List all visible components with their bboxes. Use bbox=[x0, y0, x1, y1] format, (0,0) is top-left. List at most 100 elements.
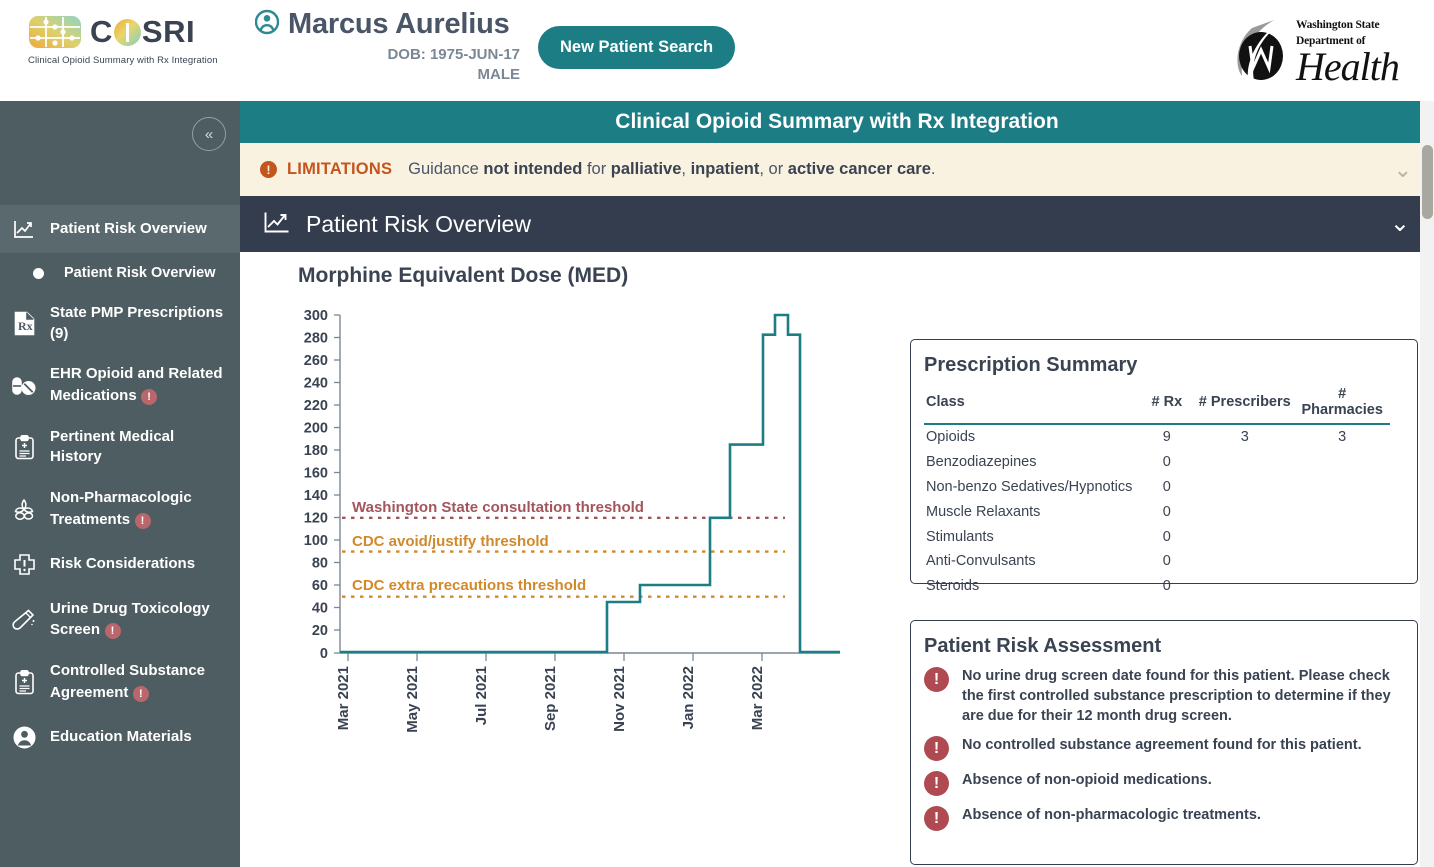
table-row: Stimulants 0 bbox=[924, 524, 1390, 549]
sidebar-item-label: Non-Pharmacologic Treatments bbox=[50, 489, 192, 528]
cell-class: Steroids bbox=[926, 578, 980, 595]
patient-info: Marcus Aurelius DOB: 1975-JUN-17 MALE bbox=[254, 8, 520, 83]
cell-prescribers bbox=[1195, 549, 1294, 574]
risk-item-text: Absence of non-pharmacologic treatments. bbox=[962, 807, 1261, 823]
table-row: Benzodiazepines 0 bbox=[924, 450, 1390, 475]
alert-badge-icon: ! bbox=[132, 685, 149, 702]
sidebar-subitem-patient-risk-overview[interactable]: Patient Risk Overview bbox=[0, 253, 240, 293]
sidebar-item-urine-drug-toxicology-screen[interactable]: Urine Drug Toxicology Screen ! bbox=[0, 589, 240, 651]
med-chart-panel: Morphine Equivalent Dose (MED) 300 280 2… bbox=[280, 264, 905, 773]
column-header-prescribers: # Prescribers bbox=[1195, 383, 1295, 425]
svg-text:0: 0 bbox=[320, 646, 328, 662]
risk-item-text: Absence of non-opioid medications. bbox=[962, 772, 1212, 788]
svg-text:May 2021: May 2021 bbox=[404, 666, 421, 733]
sidebar-item-ehr-opioid-medications[interactable]: EHR Opioid and Related Medications ! bbox=[0, 354, 240, 416]
cell-pharmacies bbox=[1294, 499, 1390, 524]
cell-pharmacies: 3 bbox=[1338, 429, 1347, 446]
doh-title: Health bbox=[1296, 44, 1400, 89]
svg-text:280: 280 bbox=[304, 331, 328, 347]
lim-suffix: . bbox=[930, 160, 936, 178]
column-header-pharmacies: # Pharmacies bbox=[1294, 383, 1390, 425]
cell-rx: 9 bbox=[1162, 429, 1171, 446]
alert-badge-icon: ! bbox=[141, 389, 158, 406]
sidebar-item-pertinent-medical-history[interactable]: Pertinent Medical History bbox=[0, 417, 240, 478]
cell-rx: 0 bbox=[1162, 503, 1171, 520]
sidebar-item-non-pharmacologic-treatments[interactable]: Non-Pharmacologic Treatments ! bbox=[0, 478, 240, 540]
sidebar-item-label: Urine Drug Toxicology Screen bbox=[50, 599, 210, 639]
person-icon bbox=[254, 9, 280, 40]
threshold-label-wa-consultation: Washington State consultation threshold bbox=[352, 499, 644, 516]
cosri-wordmark: C SRI bbox=[90, 14, 195, 50]
cosri-letters-sri: SRI bbox=[141, 14, 196, 49]
cosri-logo: C SRI Clinical Opioid Summary with Rx Int… bbox=[28, 14, 240, 66]
limitations-expand-chevron-icon[interactable]: ⌄ bbox=[1394, 158, 1412, 181]
sidebar-item-risk-considerations[interactable]: Risk Considerations bbox=[0, 541, 240, 589]
alert-badge-icon: ! bbox=[134, 512, 151, 529]
rx-document-icon: Rx bbox=[10, 311, 38, 336]
alert-exclamation-icon: ! bbox=[924, 771, 949, 796]
sidebar-item-label: Patient Risk Overview bbox=[64, 265, 216, 281]
cell-prescribers: 3 bbox=[1240, 429, 1249, 446]
cell-prescribers bbox=[1195, 574, 1294, 599]
sidebar-item-patient-risk-overview[interactable]: Patient Risk Overview bbox=[0, 205, 240, 253]
med-step-line bbox=[340, 313, 840, 654]
app-title-bar: Clinical Opioid Summary with Rx Integrat… bbox=[240, 101, 1434, 143]
alert-cross-icon bbox=[10, 553, 38, 576]
svg-text:160: 160 bbox=[304, 466, 328, 482]
svg-text:180: 180 bbox=[304, 443, 328, 459]
svg-text:60: 60 bbox=[312, 578, 328, 594]
svg-text:Jan 2022: Jan 2022 bbox=[680, 666, 697, 729]
info-alert-icon: ! bbox=[260, 161, 277, 178]
svg-text:80: 80 bbox=[312, 556, 328, 572]
lim-prefix: Guidance bbox=[408, 160, 484, 178]
svg-text:20: 20 bbox=[312, 623, 328, 639]
risk-item-text: No controlled substance agreement found … bbox=[962, 737, 1362, 753]
chart-line-icon bbox=[10, 220, 38, 238]
sidebar-item-controlled-substance-agreement[interactable]: Controlled Substance Agreement ! bbox=[0, 651, 240, 713]
cell-pharmacies bbox=[1294, 475, 1390, 500]
risk-assessment-list: ! No urine drug screen date found for th… bbox=[911, 664, 1417, 831]
svg-text:100: 100 bbox=[304, 533, 328, 549]
limitations-banner: ! LIMITATIONS Guidance not intended for … bbox=[240, 143, 1434, 196]
patient-name: Marcus Aurelius bbox=[288, 8, 510, 40]
threshold-label-cdc-extra: CDC extra precautions threshold bbox=[352, 577, 586, 594]
alert-exclamation-icon: ! bbox=[924, 806, 949, 831]
sidebar-collapse-button[interactable]: « bbox=[192, 117, 226, 151]
wa-doh-logo: Washington State Department of Health bbox=[1230, 10, 1426, 92]
cosri-letter-o bbox=[113, 18, 141, 46]
scrollbar-thumb[interactable] bbox=[1422, 145, 1433, 219]
sidebar-item-education-materials[interactable]: Education Materials bbox=[0, 713, 240, 761]
section-collapse-chevron-icon[interactable]: ⌄ bbox=[1390, 212, 1410, 236]
cell-rx: 0 bbox=[1162, 528, 1171, 545]
prescription-summary-title: Prescription Summary bbox=[924, 354, 1138, 376]
sidebar: « Patient Risk Overview Patient Risk Ove… bbox=[0, 101, 240, 867]
svg-text:Mar 2021: Mar 2021 bbox=[335, 666, 352, 730]
prescription-summary-table: Class # Rx # Prescribers # Pharmacies Op… bbox=[924, 383, 1390, 598]
lim-b2: palliative bbox=[610, 160, 682, 178]
sidebar-item-label: Risk Considerations bbox=[50, 555, 196, 573]
sidebar-item-state-pmp-prescriptions[interactable]: Rx State PMP Prescriptions (9) bbox=[0, 293, 240, 354]
cell-rx: 0 bbox=[1162, 454, 1171, 471]
content-area: Morphine Equivalent Dose (MED) 300 280 2… bbox=[240, 252, 1434, 867]
patient-risk-assessment-card: Patient Risk Assessment ! No urine drug … bbox=[910, 620, 1418, 865]
lim-mid3: , or bbox=[759, 160, 788, 178]
svg-text:120: 120 bbox=[304, 511, 328, 527]
table-row: Non-benzo Sedatives/Hypnotics 0 bbox=[924, 475, 1390, 500]
page-scrollbar[interactable] bbox=[1420, 101, 1434, 867]
alert-badge-icon: ! bbox=[104, 623, 121, 640]
cell-pharmacies bbox=[1294, 450, 1390, 475]
lim-b4: active cancer care bbox=[787, 160, 931, 178]
cell-rx: 0 bbox=[1162, 578, 1171, 595]
cell-class: Stimulants bbox=[926, 528, 994, 545]
pills-icon bbox=[10, 376, 38, 396]
limitations-text: Guidance not intended for palliative, in… bbox=[408, 160, 935, 179]
cosri-letter-c: C bbox=[90, 14, 113, 49]
column-header-rx: # Rx bbox=[1138, 383, 1196, 425]
chart-line-icon bbox=[264, 211, 290, 238]
column-header-class: Class bbox=[924, 383, 1139, 425]
cell-pharmacies bbox=[1294, 574, 1390, 599]
list-item: ! Absence of non-opioid medications. bbox=[924, 770, 1401, 796]
table-row: Opioids 9 3 3 bbox=[924, 424, 1390, 450]
new-patient-search-button[interactable]: New Patient Search bbox=[538, 26, 736, 69]
lim-mid2: , bbox=[681, 160, 691, 178]
